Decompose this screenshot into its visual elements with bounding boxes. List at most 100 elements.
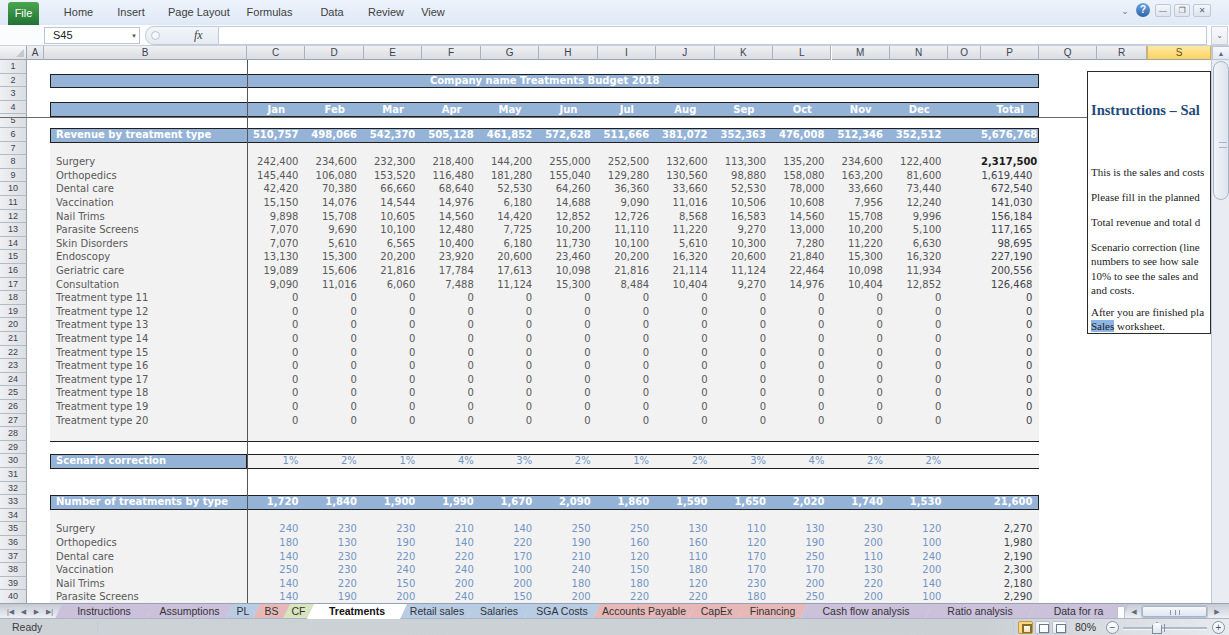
data-cell[interactable]: 170 <box>481 550 532 564</box>
data-cell[interactable]: 0 <box>539 305 590 319</box>
section-monthly-total[interactable]: 505,128 <box>422 129 473 142</box>
data-cell[interactable]: 140 <box>247 577 298 591</box>
data-cell[interactable]: 0 <box>305 332 356 346</box>
data-cell[interactable]: 0 <box>715 386 766 400</box>
ribbon-tab-insert[interactable]: Insert <box>115 0 147 25</box>
data-cell[interactable]: 0 <box>715 346 766 360</box>
data-cell[interactable]: 0 <box>598 414 649 428</box>
data-cell[interactable]: 155,040 <box>539 169 590 183</box>
data-cell[interactable]: 0 <box>890 386 941 400</box>
total-cell[interactable]: 117,165 <box>981 223 1032 237</box>
section-grand-total[interactable]: 5,676,768 <box>981 129 1032 142</box>
row-header-23[interactable]: 23 <box>0 359 27 373</box>
column-header-S[interactable]: S <box>1147 46 1211 60</box>
data-cell[interactable]: 0 <box>481 332 532 346</box>
ribbon-tab-review[interactable]: Review <box>365 0 407 25</box>
data-cell[interactable]: 220 <box>422 550 473 564</box>
row-header-14[interactable]: 14 <box>0 237 27 251</box>
section-grand-total[interactable]: 21,600 <box>981 496 1032 509</box>
section-monthly-total[interactable]: 461,852 <box>481 129 532 142</box>
data-cell[interactable]: 0 <box>890 318 941 332</box>
data-cell[interactable]: 0 <box>422 400 473 414</box>
scenario-cell[interactable]: 1% <box>598 455 649 468</box>
data-cell[interactable]: 0 <box>364 346 415 360</box>
data-cell[interactable]: 7,280 <box>773 237 824 251</box>
data-cell[interactable]: 15,150 <box>247 196 298 210</box>
data-cell[interactable]: 10,100 <box>598 237 649 251</box>
data-cell[interactable]: 130 <box>305 536 356 550</box>
data-cell[interactable]: 11,124 <box>481 278 532 292</box>
data-cell[interactable]: 0 <box>481 291 532 305</box>
data-cell[interactable]: 5,610 <box>305 237 356 251</box>
row-header-22[interactable]: 22 <box>0 346 27 360</box>
data-cell[interactable]: 14,560 <box>422 210 473 224</box>
data-cell[interactable]: 200 <box>364 590 415 604</box>
data-cell[interactable]: 0 <box>890 400 941 414</box>
row-header-4[interactable]: 4 <box>0 101 27 115</box>
data-cell[interactable]: 0 <box>247 318 298 332</box>
data-cell[interactable]: 106,080 <box>305 169 356 183</box>
ribbon-collapse-icon[interactable]: ⌄ <box>1118 5 1132 17</box>
data-cell[interactable]: 14,976 <box>773 278 824 292</box>
data-cell[interactable]: 0 <box>715 332 766 346</box>
vertical-scrollbar[interactable]: ▲ <box>1211 46 1229 603</box>
total-cell[interactable]: 0 <box>981 373 1032 387</box>
sheet-tab-cash-flow-analysis[interactable]: Cash flow analysis <box>800 604 932 619</box>
data-cell[interactable]: 0 <box>598 400 649 414</box>
data-cell[interactable]: 0 <box>715 400 766 414</box>
row-label[interactable]: Consultation <box>56 278 119 292</box>
data-cell[interactable]: 15,300 <box>832 250 883 264</box>
data-cell[interactable]: 10,300 <box>715 237 766 251</box>
data-cell[interactable]: 20,200 <box>364 250 415 264</box>
section-monthly-total[interactable]: 381,072 <box>656 129 707 142</box>
view-normal-button[interactable] <box>1018 621 1033 634</box>
data-cell[interactable]: 140 <box>481 522 532 536</box>
zoom-out-icon[interactable]: − <box>1106 621 1119 634</box>
data-cell[interactable]: 0 <box>598 386 649 400</box>
data-cell[interactable]: 0 <box>598 346 649 360</box>
row-label[interactable]: Treatment type 14 <box>56 332 148 346</box>
data-cell[interactable]: 0 <box>832 414 883 428</box>
data-cell[interactable]: 0 <box>247 400 298 414</box>
data-cell[interactable]: 12,726 <box>598 210 649 224</box>
data-cell[interactable]: 11,110 <box>598 223 649 237</box>
section-monthly-total[interactable]: 498,066 <box>305 129 356 142</box>
row-header-19[interactable]: 19 <box>0 305 27 319</box>
total-cell[interactable]: 2,317,500 <box>981 155 1032 169</box>
data-cell[interactable]: 0 <box>422 332 473 346</box>
scenario-cell[interactable]: 2% <box>890 455 941 468</box>
month-header-mar[interactable]: Mar <box>364 103 422 117</box>
section-monthly-total[interactable]: 1,740 <box>832 496 883 509</box>
data-cell[interactable]: 5,100 <box>890 223 941 237</box>
data-cell[interactable]: 7,070 <box>247 223 298 237</box>
total-cell[interactable]: 1,980 <box>981 536 1032 550</box>
name-box-dropdown-icon[interactable]: ▾ <box>128 27 140 44</box>
total-cell[interactable]: 0 <box>981 346 1032 360</box>
row-header-35[interactable]: 35 <box>0 522 27 536</box>
data-cell[interactable]: 0 <box>598 332 649 346</box>
vertical-scroll-thumb[interactable] <box>1213 61 1229 200</box>
data-cell[interactable]: 6,180 <box>481 196 532 210</box>
total-cell[interactable]: 0 <box>981 400 1032 414</box>
total-cell[interactable]: 2,300 <box>981 563 1032 577</box>
data-cell[interactable]: 0 <box>598 291 649 305</box>
data-cell[interactable]: 13,000 <box>773 223 824 237</box>
data-cell[interactable]: 255,000 <box>539 155 590 169</box>
data-cell[interactable]: 0 <box>422 346 473 360</box>
total-cell[interactable]: 2,290 <box>981 590 1032 604</box>
data-cell[interactable]: 0 <box>715 291 766 305</box>
data-cell[interactable]: 0 <box>715 318 766 332</box>
data-cell[interactable]: 0 <box>247 359 298 373</box>
month-header-apr[interactable]: Apr <box>422 103 480 117</box>
total-cell[interactable]: 0 <box>981 332 1032 346</box>
data-cell[interactable]: 220 <box>305 577 356 591</box>
data-cell[interactable]: 0 <box>539 291 590 305</box>
data-cell[interactable]: 0 <box>422 414 473 428</box>
data-cell[interactable]: 0 <box>656 291 707 305</box>
data-cell[interactable]: 0 <box>832 332 883 346</box>
row-header-38[interactable]: 38 <box>0 563 27 577</box>
data-cell[interactable]: 0 <box>305 373 356 387</box>
total-cell[interactable]: 156,184 <box>981 210 1032 224</box>
scenario-cell[interactable]: 3% <box>715 455 766 468</box>
data-cell[interactable]: 10,098 <box>539 264 590 278</box>
